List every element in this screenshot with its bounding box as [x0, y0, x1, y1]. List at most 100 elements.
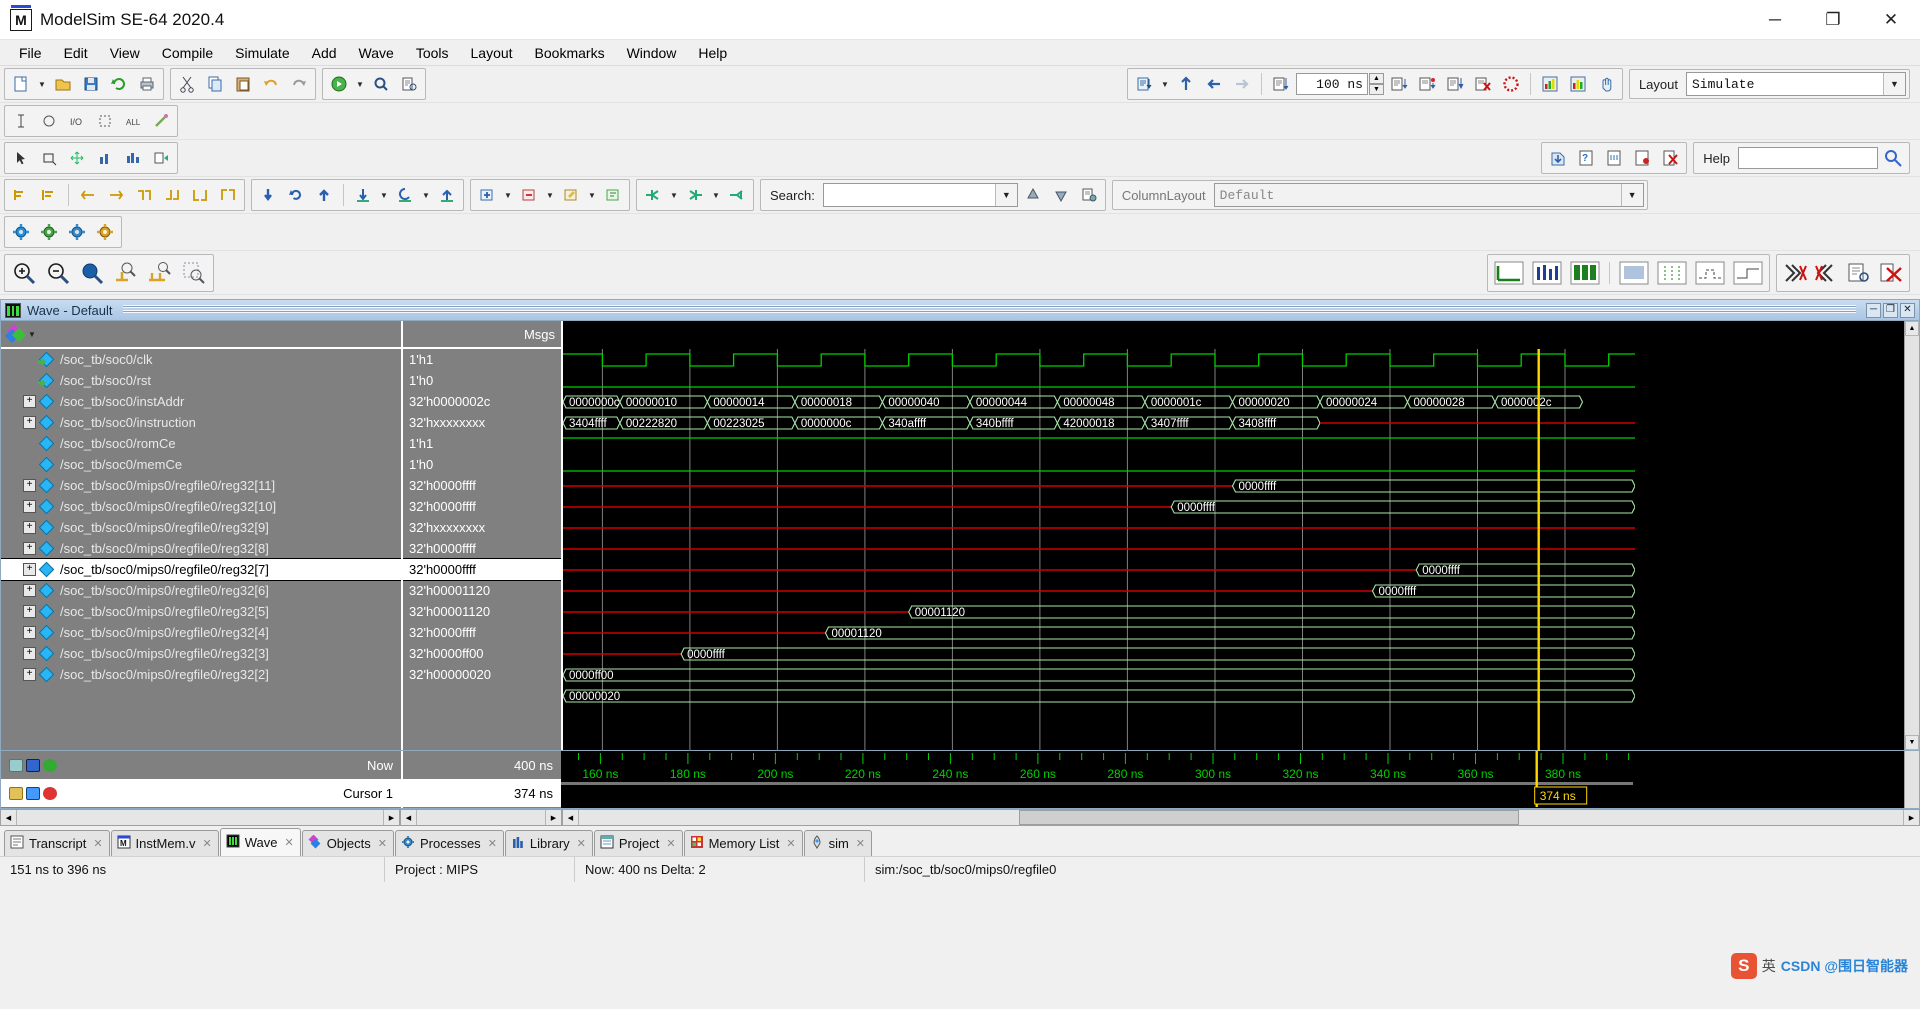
- marker-dropdown-icon[interactable]: ▼: [502, 182, 514, 208]
- wave-scroll-track-right[interactable]: [1519, 810, 1903, 825]
- tab-objects[interactable]: Objects ✕: [301, 830, 394, 856]
- run-icon[interactable]: [1386, 71, 1412, 97]
- wave-close-button[interactable]: ✕: [1900, 302, 1915, 318]
- menu-simulate[interactable]: Simulate: [224, 42, 300, 64]
- dashed-box-icon[interactable]: [92, 108, 118, 134]
- signal-row[interactable]: /soc_tb/soc0/romCe: [1, 433, 401, 454]
- edit-marker-icon[interactable]: [558, 182, 584, 208]
- tab-close-icon[interactable]: ✕: [93, 837, 102, 850]
- io-tool-icon[interactable]: I/O: [64, 108, 90, 134]
- wave-scroll-right-icon[interactable]: ▶: [1903, 810, 1919, 825]
- tab-close-icon[interactable]: ✕: [284, 836, 293, 849]
- tab-project[interactable]: Project ✕: [593, 830, 683, 856]
- minimize-button[interactable]: ─: [1746, 0, 1804, 40]
- tab-close-icon[interactable]: ✕: [378, 837, 387, 850]
- help-search-icon[interactable]: [1880, 145, 1906, 171]
- signal-row[interactable]: + /soc_tb/soc0/instAddr: [1, 391, 401, 412]
- zoom-select-icon[interactable]: [178, 257, 210, 289]
- next-cursor-icon[interactable]: [434, 182, 460, 208]
- wave-gear4-icon[interactable]: [92, 219, 118, 245]
- delete-marker-icon[interactable]: [516, 182, 542, 208]
- menu-compile[interactable]: Compile: [151, 42, 224, 64]
- wave-hscrollbar[interactable]: ◀ ▶: [562, 809, 1920, 826]
- close-button[interactable]: ✕: [1862, 0, 1920, 40]
- names-scroll-right-icon[interactable]: ▶: [383, 810, 399, 825]
- search-input[interactable]: [823, 184, 995, 206]
- expand-plus-icon[interactable]: +: [23, 584, 36, 597]
- run-length-stepper[interactable]: ▲ ▼: [1368, 73, 1384, 95]
- expand-all-dropdown-icon[interactable]: ▼: [668, 182, 680, 208]
- menu-bookmarks[interactable]: Bookmarks: [524, 42, 616, 64]
- expand-plus-icon[interactable]: +: [23, 416, 36, 429]
- profile-icon[interactable]: [1537, 71, 1563, 97]
- collapse-all-dropdown-icon[interactable]: ▼: [710, 182, 722, 208]
- names-scroll-track[interactable]: [17, 810, 383, 825]
- add-marker-icon[interactable]: [474, 182, 500, 208]
- search-prev-icon[interactable]: [1020, 182, 1046, 208]
- tab-library[interactable]: Library ✕: [504, 830, 593, 856]
- edit-marker-dropdown-icon[interactable]: ▼: [586, 182, 598, 208]
- insert-signal-icon[interactable]: [255, 182, 281, 208]
- menu-window[interactable]: Window: [616, 42, 688, 64]
- wave-restore-button[interactable]: ❐: [1883, 302, 1898, 318]
- menu-add[interactable]: Add: [301, 42, 348, 64]
- prev-cursor-dropdown-icon[interactable]: ▼: [420, 182, 432, 208]
- waveform-canvas[interactable]: 0000000c 00000010 00000014 00000018 00000040…: [563, 349, 1904, 751]
- expand-plus-icon[interactable]: +: [23, 626, 36, 639]
- signal-row[interactable]: + /soc_tb/soc0/mips0/regfile0/reg32[7]: [1, 558, 401, 581]
- maximize-button[interactable]: ❐: [1804, 0, 1862, 40]
- group-icon[interactable]: [131, 182, 157, 208]
- baseline-icon[interactable]: [9, 758, 23, 772]
- insert-cursor-icon[interactable]: [8, 108, 34, 134]
- circle-tool-icon[interactable]: [36, 108, 62, 134]
- undo-icon[interactable]: [258, 71, 284, 97]
- wave-scroll-left-icon[interactable]: ◀: [563, 810, 579, 825]
- wave-scroll-track-left[interactable]: [579, 810, 1019, 825]
- break-icon[interactable]: [1470, 71, 1496, 97]
- expand-left-icon[interactable]: [75, 182, 101, 208]
- restart-icon[interactable]: [1131, 71, 1157, 97]
- compare-icon[interactable]: [120, 145, 146, 171]
- open-icon[interactable]: [50, 71, 76, 97]
- expand-plus-icon[interactable]: +: [23, 521, 36, 534]
- expand-all-icon[interactable]: [640, 182, 666, 208]
- display-filled-icon[interactable]: [1567, 257, 1603, 289]
- menu-view[interactable]: View: [99, 42, 151, 64]
- step-back-icon[interactable]: [1201, 71, 1227, 97]
- cursor-row[interactable]: Cursor 1: [1, 779, 401, 807]
- waveform-pane[interactable]: 0000000c 00000010 00000014 00000018 00000040…: [561, 321, 1904, 751]
- lock-icon[interactable]: [9, 786, 23, 800]
- layout-combo[interactable]: ▼: [1686, 72, 1906, 96]
- scroll-track[interactable]: [1905, 336, 1919, 735]
- scroll-down-icon[interactable]: ▼: [1905, 735, 1919, 750]
- signal-values-list[interactable]: 1'h1 1'h0 32'h0000002c 32'hxxxxxxxx 1'h1 1'h0…: [403, 349, 561, 750]
- reload-icon[interactable]: [106, 71, 132, 97]
- tab-close-icon[interactable]: ✕: [203, 837, 212, 850]
- ungroup-icon[interactable]: [159, 182, 185, 208]
- select-arrow-icon[interactable]: [8, 145, 34, 171]
- columnlayout-chevron-down-icon[interactable]: ▼: [1620, 184, 1643, 206]
- signal-row[interactable]: + /soc_tb/soc0/instruction: [1, 412, 401, 433]
- values-scroll-left-icon[interactable]: ◀: [401, 810, 417, 825]
- tab-close-icon[interactable]: ✕: [666, 837, 675, 850]
- all-signals-icon[interactable]: ALL: [120, 108, 146, 134]
- compare-prev-diff-icon[interactable]: [1780, 257, 1810, 289]
- layout-combo-input[interactable]: [1687, 73, 1883, 95]
- split-icon[interactable]: [215, 182, 241, 208]
- tab-instmem-v[interactable]: M InstMem.v ✕: [110, 830, 219, 856]
- run-length-input[interactable]: [1295, 73, 1368, 95]
- marker-props-icon[interactable]: [600, 182, 626, 208]
- run-all-icon[interactable]: [1442, 71, 1468, 97]
- wand-icon[interactable]: [148, 108, 174, 134]
- stop-icon[interactable]: [1498, 71, 1524, 97]
- menu-wave[interactable]: Wave: [348, 42, 405, 64]
- expand-plus-icon[interactable]: +: [23, 500, 36, 513]
- zoom-out-icon[interactable]: [42, 257, 74, 289]
- search-next-icon[interactable]: [1048, 182, 1074, 208]
- menu-file[interactable]: File: [8, 42, 53, 64]
- menu-layout[interactable]: Layout: [460, 42, 524, 64]
- tab-close-icon[interactable]: ✕: [786, 837, 795, 850]
- wave-compare-icon[interactable]: ?: [1573, 145, 1599, 171]
- wave-compare-run-icon[interactable]: [1601, 145, 1627, 171]
- display-analog-icon[interactable]: [1491, 257, 1527, 289]
